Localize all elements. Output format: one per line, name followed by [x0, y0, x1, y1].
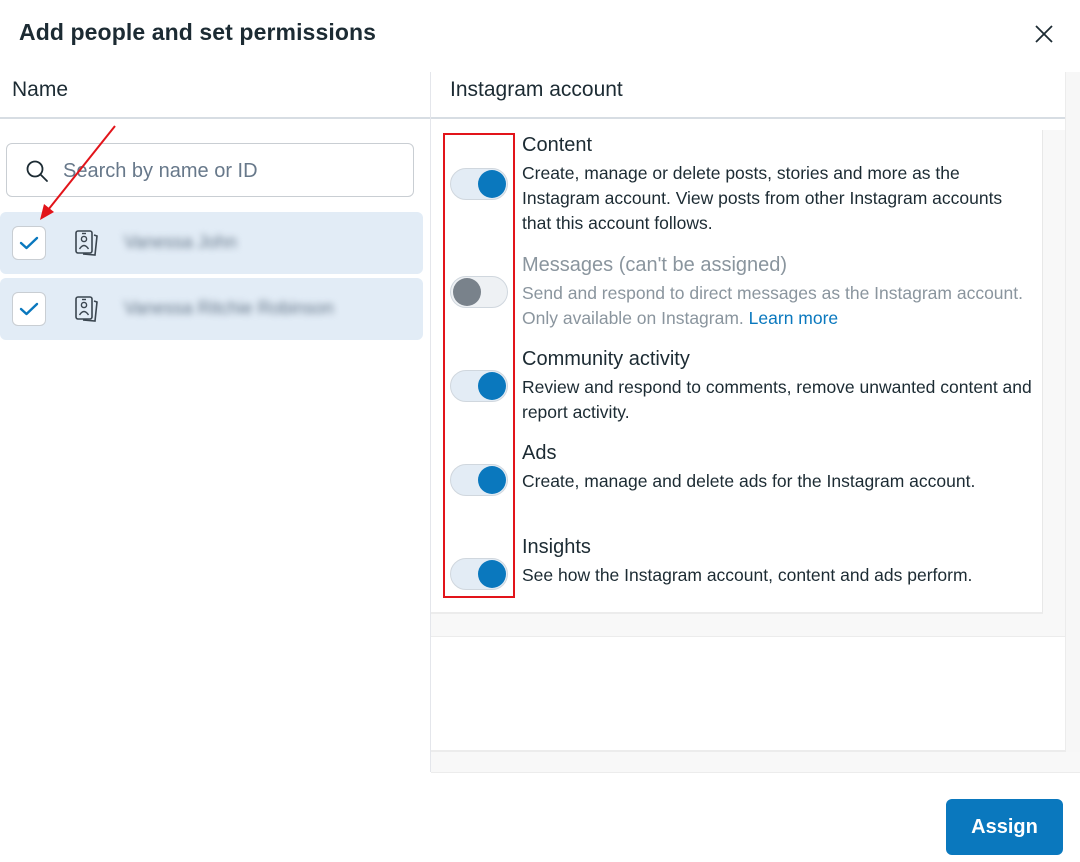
person-name: Vanessa John — [124, 232, 237, 252]
permission-title: Content — [522, 134, 593, 156]
column-header-name: Name — [0, 72, 430, 119]
toggle-knob — [478, 372, 506, 400]
permission-description: Create, manage and delete ads for the In… — [522, 471, 976, 491]
empty-area — [431, 637, 1065, 752]
column-header-instagram: Instagram account — [431, 72, 1066, 119]
permission-description: Review and respond to comments, remove u… — [522, 377, 1032, 422]
person-checkbox[interactable] — [12, 226, 46, 260]
horizontal-scrollbar[interactable] — [431, 614, 1065, 637]
close-button[interactable] — [1030, 20, 1058, 48]
dialog-title: Add people and set permissions — [19, 19, 377, 45]
checkmark-icon — [19, 302, 39, 316]
toggle-insights[interactable] — [450, 558, 508, 590]
permission-description: Send and respond to direct messages as t… — [522, 281, 1032, 331]
search-field[interactable] — [6, 143, 414, 197]
person-row[interactable]: Vanessa Ritchie Robinson — [0, 278, 423, 340]
toggle-messages[interactable] — [450, 276, 508, 308]
search-icon — [26, 160, 48, 182]
toggle-community-activity[interactable] — [450, 370, 508, 402]
person-name: Vanessa Ritchie Robinson — [124, 298, 334, 318]
permission-title: Community activity — [522, 348, 690, 370]
column-header-name-label: Name — [12, 78, 69, 101]
permission-title: Ads — [522, 442, 557, 464]
column-header-instagram-label: Instagram account — [450, 78, 623, 101]
toggle-ads[interactable] — [450, 464, 508, 496]
toggle-knob — [478, 560, 506, 588]
assign-button[interactable]: Assign — [946, 799, 1063, 855]
permission-title: Messages (can't be assigned) — [522, 254, 788, 276]
learn-more-link[interactable]: Learn more — [749, 308, 839, 328]
search-input[interactable] — [61, 154, 405, 188]
id-badge-icon — [75, 230, 98, 256]
toggle-knob — [478, 466, 506, 494]
close-icon — [1035, 25, 1053, 43]
id-badge-icon — [75, 296, 98, 322]
permission-title: Insights — [522, 536, 591, 558]
permission-description: See how the Instagram account, content a… — [522, 565, 973, 585]
toggle-content[interactable] — [450, 168, 508, 200]
toggle-knob — [478, 170, 506, 198]
person-checkbox[interactable] — [12, 292, 46, 326]
person-row[interactable]: Vanessa John — [0, 212, 423, 274]
toggle-knob — [453, 278, 481, 306]
permissions-scrollbar[interactable] — [1043, 130, 1065, 635]
bottom-scrollbar[interactable] — [431, 752, 1080, 773]
permission-description: Create, manage or delete posts, stories … — [522, 163, 1003, 233]
scrollbar-track[interactable] — [1065, 72, 1080, 772]
checkmark-icon — [19, 236, 39, 250]
